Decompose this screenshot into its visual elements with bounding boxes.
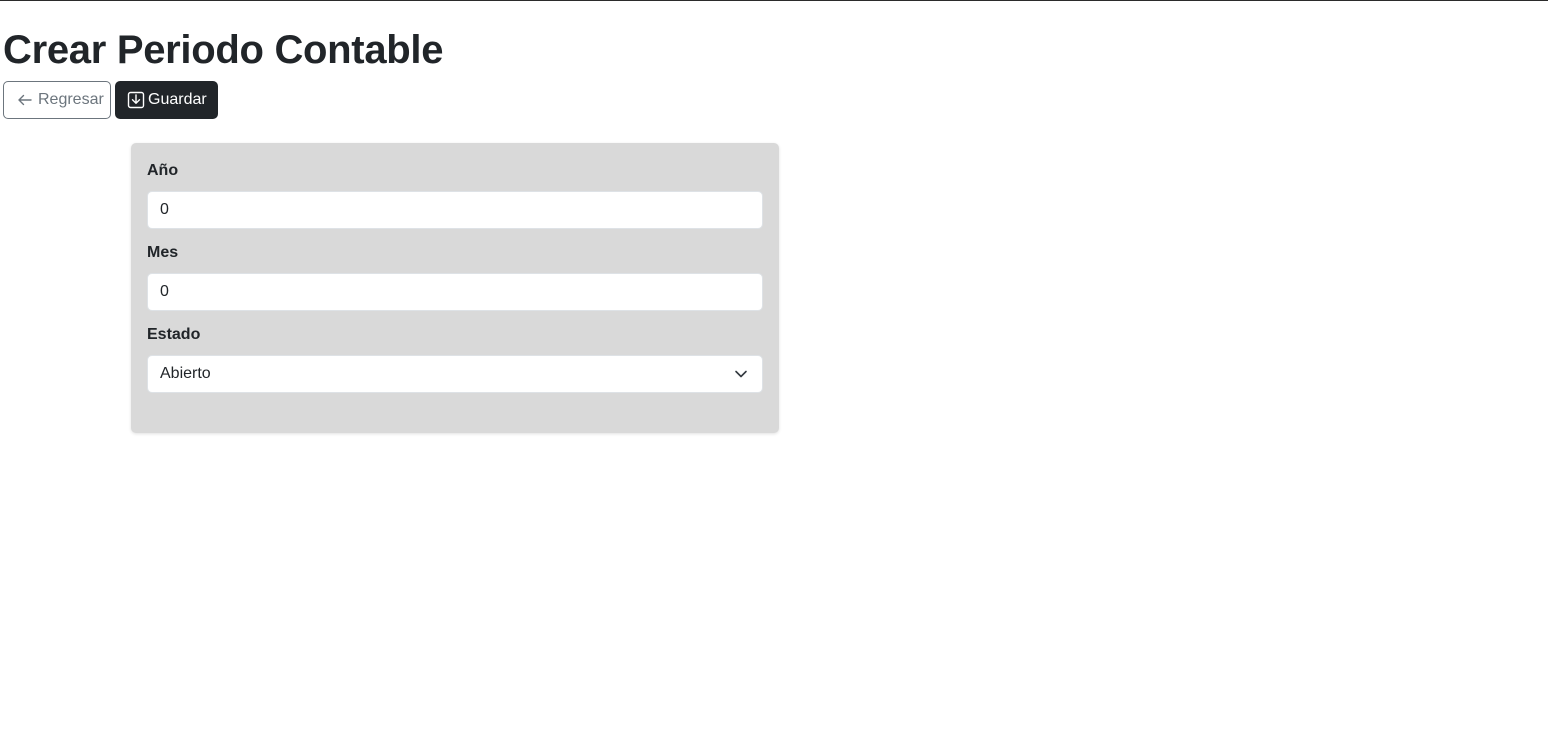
year-input[interactable]: 0 (147, 191, 763, 229)
period-form-card: Año 0 Mes 0 Estado Abierto (131, 143, 779, 433)
year-value: 0 (160, 201, 169, 218)
back-button-label: Regresar (38, 91, 104, 108)
save-button-label: Guardar (148, 91, 207, 108)
chevron-down-icon (735, 370, 747, 378)
top-divider (0, 0, 1548, 1)
status-label: Estado (147, 326, 201, 343)
month-field-group: Mes 0 (147, 241, 763, 311)
save-button[interactable]: Guardar (115, 81, 218, 119)
back-button[interactable]: Regresar (3, 81, 111, 119)
status-selected-value: Abierto (160, 365, 211, 382)
toolbar: Regresar Guardar (3, 81, 218, 119)
year-label: Año (147, 162, 179, 179)
month-input[interactable]: 0 (147, 273, 763, 311)
download-icon (127, 91, 145, 109)
status-field-group: Estado Abierto (147, 323, 763, 393)
month-label: Mes (147, 244, 179, 261)
arrow-left-icon (16, 93, 33, 107)
month-value: 0 (160, 283, 169, 300)
page-title: Crear Periodo Contable (3, 28, 444, 72)
status-select[interactable]: Abierto (147, 355, 763, 393)
year-field-group: Año 0 (147, 159, 763, 229)
